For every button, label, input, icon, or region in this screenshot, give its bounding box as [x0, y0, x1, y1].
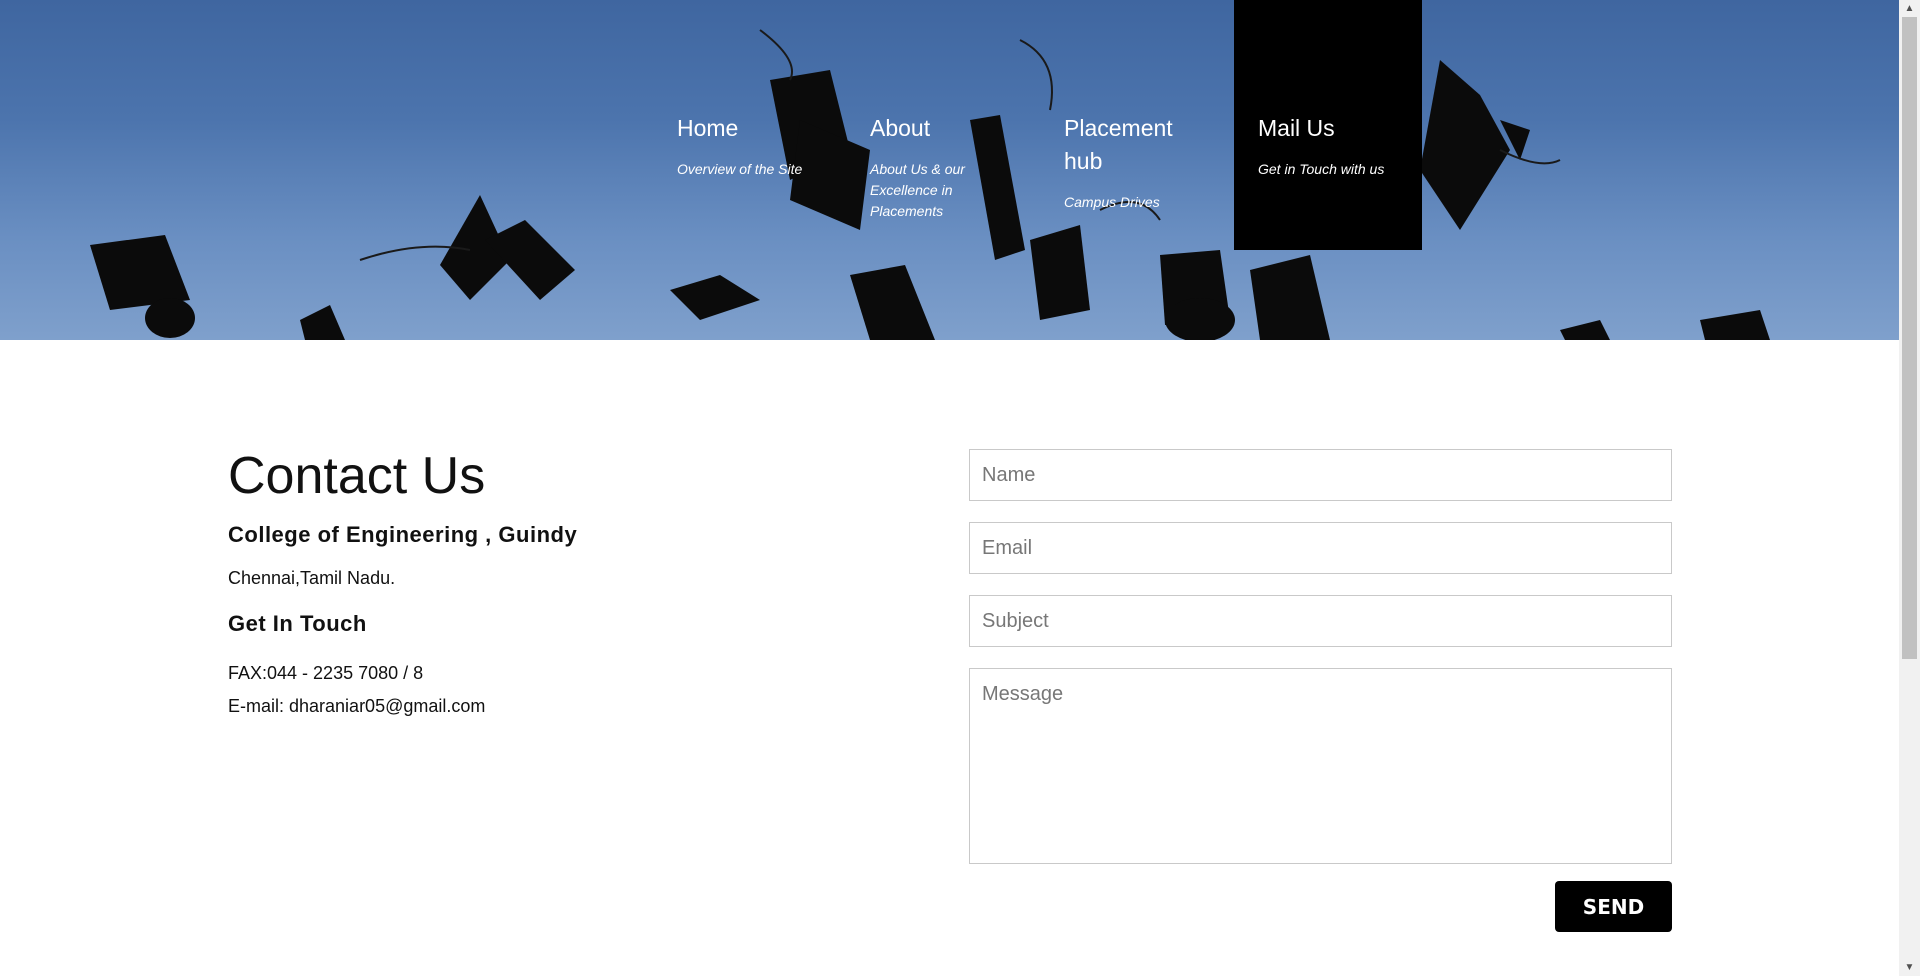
scroll-thumb[interactable] [1902, 17, 1917, 659]
nav-item-title: Home [677, 115, 739, 141]
nav-item-title: About [870, 115, 931, 141]
hero-banner: Home Overview of the Site About About Us… [0, 0, 1899, 340]
nav-item-mail-us[interactable]: Mail Us Get in Touch with us [1234, 0, 1422, 250]
nav-item-home[interactable]: Home Overview of the Site [677, 0, 857, 250]
nav-item-subtitle: Campus Drives [1064, 194, 1160, 210]
nav-item-subtitle: Overview of the Site [677, 161, 803, 177]
fax-number: FAX:044 - 2235 7080 / 8 [228, 663, 424, 683]
email-field[interactable] [969, 522, 1672, 574]
page-title: Contact Us [228, 447, 486, 505]
nav-item-subtitle: About Us & our Excellence in Placements [870, 161, 965, 219]
send-button[interactable]: SEND [1555, 881, 1672, 932]
email-address: E-mail: dharaniar05@gmail.com [228, 696, 486, 716]
main-nav: Home Overview of the Site About About Us… [0, 0, 1899, 250]
college-name: College of Engineering , Guindy [228, 522, 578, 547]
message-field[interactable] [969, 668, 1672, 864]
get-in-touch-heading: Get In Touch [228, 611, 367, 636]
triangle-down-icon[interactable]: ▼ [1899, 959, 1920, 976]
nav-item-placement-hub[interactable]: Placement hub Campus Drives [1064, 0, 1194, 250]
contact-info: Contact Us College of Engineering , Guin… [228, 440, 928, 723]
triangle-up-icon[interactable]: ▲ [1899, 0, 1920, 17]
subject-field[interactable] [969, 595, 1672, 647]
college-city: Chennai,Tamil Nadu. [228, 568, 396, 588]
nav-item-title: Placement hub [1064, 115, 1173, 174]
nav-item-title: Mail Us [1258, 115, 1335, 141]
page-scrollbar[interactable]: ▲ ▼ [1899, 0, 1920, 976]
name-field[interactable] [969, 449, 1672, 501]
contact-form: SEND [969, 449, 1672, 932]
nav-item-about[interactable]: About About Us & our Excellence in Place… [870, 0, 990, 250]
nav-item-subtitle: Get in Touch with us [1258, 161, 1385, 177]
